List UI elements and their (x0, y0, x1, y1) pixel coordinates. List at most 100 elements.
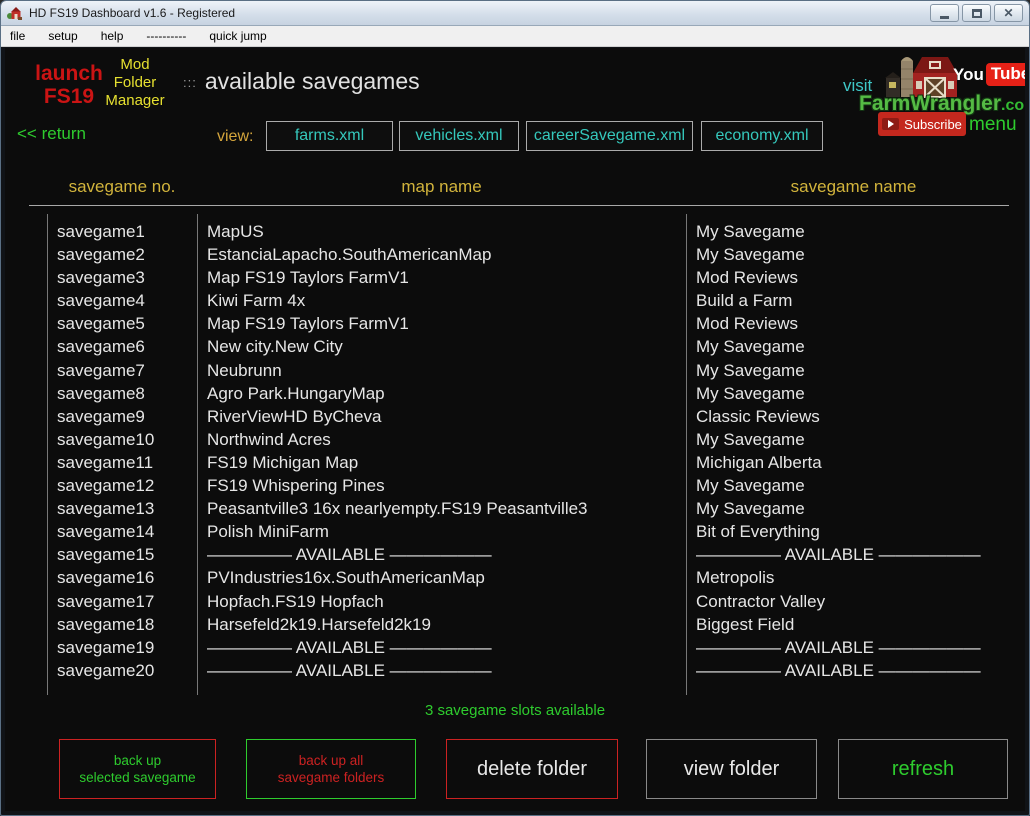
savegame-name-cell: My Savegame (696, 497, 805, 520)
menu-link[interactable]: menu (969, 114, 1017, 136)
savegame-no-cell: savegame18 (57, 613, 154, 636)
table-row[interactable]: savegame2 EstanciaLapacho.SouthAmericanM… (5, 243, 1021, 266)
savegame-name-cell: Mod Reviews (696, 312, 798, 335)
brand-tld: .com (1001, 97, 1025, 114)
menu-item-file[interactable]: file (10, 29, 25, 43)
savegame-name-cell: My Savegame (696, 220, 805, 243)
savegame-name-cell: My Savegame (696, 335, 805, 358)
map-name-cell: ————— AVAILABLE —————— (207, 636, 492, 659)
app-barn-icon (7, 5, 23, 21)
page-title-text: available savegames (205, 68, 420, 94)
table-row[interactable]: savegame15 ————— AVAILABLE —————— ————— … (5, 543, 1021, 566)
savegame-no-cell: savegame5 (57, 312, 145, 335)
table-row[interactable]: savegame3 Map FS19 Taylors FarmV1 Mod Re… (5, 266, 1021, 289)
backup-all-savegame-folders-button[interactable]: back up all savegame folders (246, 739, 416, 799)
table-row[interactable]: savegame13 Peasantville3 16x nearlyempty… (5, 497, 1021, 520)
main-content: launch FS19 Mod Folder Manager :::availa… (5, 48, 1025, 811)
menubar: file setup help ---------- quick jump (1, 26, 1029, 47)
subscribe-button[interactable]: Subscribe (878, 112, 966, 136)
youtube-tube-badge: Tube (986, 63, 1025, 86)
table-row[interactable]: savegame6 New city.New City My Savegame (5, 335, 1021, 358)
table-row[interactable]: savegame16 PVIndustries16x.SouthAmerican… (5, 566, 1021, 589)
table-row[interactable]: savegame7 Neubrunn My Savegame (5, 359, 1021, 382)
mod-folder-manager-button[interactable]: Mod Folder Manager (95, 56, 175, 110)
table-row[interactable]: savegame18 Harsefeld2k19.Harsefeld2k19 B… (5, 613, 1021, 636)
table-row[interactable]: savegame20 ————— AVAILABLE —————— ————— … (5, 659, 1021, 682)
savegame-no-cell: savegame17 (57, 590, 154, 613)
window-title: HD FS19 Dashboard v1.6 - Registered (29, 6, 927, 20)
table-row[interactable]: savegame4 Kiwi Farm 4x Build a Farm (5, 289, 1021, 312)
table-row[interactable]: savegame5 Map FS19 Taylors FarmV1 Mod Re… (5, 312, 1021, 335)
savegame-no-cell: savegame6 (57, 335, 145, 358)
map-name-cell: MapUS (207, 220, 264, 243)
youtube-play-icon (882, 118, 899, 130)
savegame-no-cell: savegame8 (57, 382, 145, 405)
savegame-name-cell: ————— AVAILABLE —————— (696, 636, 981, 659)
savegame-no-cell: savegame9 (57, 405, 145, 428)
map-name-cell: New city.New City (207, 335, 343, 358)
table-row[interactable]: savegame12 FS19 Whispering Pines My Save… (5, 474, 1021, 497)
return-link[interactable]: << return (17, 124, 86, 144)
map-name-cell: Map FS19 Taylors FarmV1 (207, 312, 409, 335)
youtube-logo[interactable]: You Tube (953, 63, 1025, 86)
page-title: :::available savegames (183, 68, 420, 95)
table-row[interactable]: savegame19 ————— AVAILABLE —————— ————— … (5, 636, 1021, 659)
mod-folder-line3: Manager (95, 92, 175, 110)
table-row[interactable]: savegame9 RiverViewHD ByCheva Classic Re… (5, 405, 1021, 428)
table-row[interactable]: savegame14 Polish MiniFarm Bit of Everyt… (5, 520, 1021, 543)
maximize-icon (972, 9, 982, 18)
map-name-cell: Harsefeld2k19.Harsefeld2k19 (207, 613, 431, 636)
close-button[interactable]: ✕ (994, 4, 1023, 22)
savegame-no-cell: savegame14 (57, 520, 154, 543)
savegame-no-cell: savegame10 (57, 428, 154, 451)
map-name-cell: FS19 Whispering Pines (207, 474, 385, 497)
view-folder-button[interactable]: view folder (646, 739, 817, 799)
menu-item-setup[interactable]: setup (48, 29, 77, 43)
table-row[interactable]: savegame11 FS19 Michigan Map Michigan Al… (5, 451, 1021, 474)
savegame-no-cell: savegame12 (57, 474, 154, 497)
map-name-cell: Hopfach.FS19 Hopfach (207, 590, 384, 613)
table-row[interactable]: savegame1 MapUS My Savegame (5, 220, 1021, 243)
table-body: savegame1 MapUS My Savegame savegame2 Es… (5, 220, 1021, 682)
savegame-name-cell: Bit of Everything (696, 520, 820, 543)
minimize-button[interactable] (930, 4, 959, 22)
refresh-button[interactable]: refresh (838, 739, 1008, 799)
table-row[interactable]: savegame10 Northwind Acres My Savegame (5, 428, 1021, 451)
menu-item-help[interactable]: help (101, 29, 124, 43)
menu-item-quick-jump[interactable]: quick jump (209, 29, 266, 43)
map-name-cell: Map FS19 Taylors FarmV1 (207, 266, 409, 289)
savegame-no-cell: savegame4 (57, 289, 145, 312)
view-economy-xml-button[interactable]: economy.xml (701, 121, 823, 151)
savegame-name-cell: My Savegame (696, 474, 805, 497)
savegame-name-cell: Metropolis (696, 566, 774, 589)
view-farms-xml-button[interactable]: farms.xml (266, 121, 393, 151)
backup-all-line1: back up all (299, 752, 364, 769)
delete-folder-button[interactable]: delete folder (446, 739, 618, 799)
column-header-savegame-no: savegame no. (47, 177, 197, 197)
savegame-name-cell: My Savegame (696, 359, 805, 382)
savegame-no-cell: savegame11 (57, 451, 153, 474)
minimize-icon (940, 16, 949, 19)
backup-selected-line2: selected savegame (79, 769, 195, 786)
maximize-button[interactable] (962, 4, 991, 22)
mod-folder-line2: Folder (95, 74, 175, 92)
savegame-no-cell: savegame1 (57, 220, 145, 243)
table-row[interactable]: savegame8 Agro Park.HungaryMap My Savega… (5, 382, 1021, 405)
view-careersavegame-xml-button[interactable]: careerSavegame.xml (526, 121, 693, 151)
column-header-savegame-name: savegame name (686, 177, 1021, 197)
map-name-cell: ————— AVAILABLE —————— (207, 659, 492, 682)
savegame-name-cell: Mod Reviews (696, 266, 798, 289)
savegame-name-cell: Contractor Valley (696, 590, 825, 613)
backup-selected-savegame-button[interactable]: back up selected savegame (59, 739, 216, 799)
savegame-name-cell: ————— AVAILABLE —————— (696, 659, 981, 682)
titlebar[interactable]: HD FS19 Dashboard v1.6 - Registered ✕ (1, 1, 1029, 26)
table-row[interactable]: savegame17 Hopfach.FS19 Hopfach Contract… (5, 590, 1021, 613)
backup-selected-line1: back up (114, 752, 161, 769)
header-underline (29, 205, 1009, 206)
savegame-no-cell: savegame20 (57, 659, 154, 682)
slots-available-status: 3 savegame slots available (5, 702, 1025, 719)
view-vehicles-xml-button[interactable]: vehicles.xml (399, 121, 519, 151)
savegame-no-cell: savegame3 (57, 266, 145, 289)
savegame-name-cell: Biggest Field (696, 613, 794, 636)
map-name-cell: Kiwi Farm 4x (207, 289, 305, 312)
